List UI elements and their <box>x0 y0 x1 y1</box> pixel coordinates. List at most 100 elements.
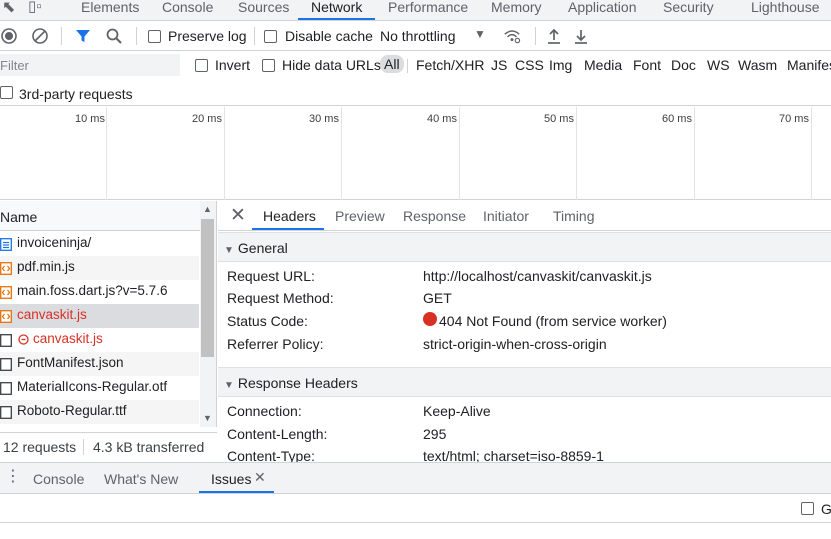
scroll-up-icon[interactable]: ▲ <box>203 204 212 214</box>
network-conditions-icon[interactable] <box>503 27 521 45</box>
panel-tab-strip: ⬉ ▯▫ Elements Console Sources Network Pe… <box>0 0 831 21</box>
connection-key: Connection: <box>227 403 302 419</box>
hide-data-urls-label: Hide data URLs <box>282 57 381 73</box>
scroll-down-icon[interactable]: ▼ <box>203 413 212 423</box>
filter-type-manifest[interactable]: Manifes <box>787 57 831 73</box>
tab-headers[interactable]: Headers <box>263 208 316 224</box>
tab-application[interactable]: Application <box>568 0 637 21</box>
request-name: Roboto-Regular.ttf <box>17 403 127 418</box>
search-icon[interactable] <box>105 27 123 45</box>
disable-cache-checkbox[interactable] <box>264 30 277 43</box>
request-row[interactable]: canvaskit.js <box>0 328 199 352</box>
tab-timing[interactable]: Timing <box>553 208 595 224</box>
general-section-header[interactable]: ▼ General <box>218 232 831 262</box>
expand-triangle-icon: ▼ <box>224 245 234 256</box>
request-row[interactable]: main.foss.dart.js?v=5.7.6 <box>0 280 199 304</box>
preserve-log-label: Preserve log <box>168 28 247 44</box>
drawer-tab-console[interactable]: Console <box>33 471 84 487</box>
filter-bar: Invert Hide data URLs All Fetch/XHR JS C… <box>0 52 831 80</box>
tab-initiator[interactable]: Initiator <box>483 208 529 224</box>
tab-lighthouse[interactable]: Lighthouse <box>751 0 820 21</box>
active-tab-indicator <box>252 228 324 230</box>
request-details-panel: ✕ Headers Preview Response Initiator Tim… <box>218 201 831 464</box>
script-icon <box>0 262 12 275</box>
tab-response[interactable]: Response <box>403 208 466 224</box>
tab-memory[interactable]: Memory <box>491 0 542 21</box>
filter-type-doc[interactable]: Doc <box>671 57 696 73</box>
tab-sources[interactable]: Sources <box>238 0 289 21</box>
filter-type-css[interactable]: CSS <box>515 57 544 73</box>
close-icon[interactable]: ✕ <box>230 204 246 227</box>
issues-checkbox[interactable] <box>801 502 814 515</box>
import-har-icon[interactable] <box>545 27 563 45</box>
request-row[interactable]: Roboto-Regular.ttf <box>0 400 199 424</box>
export-har-icon[interactable] <box>572 27 590 45</box>
tab-elements[interactable]: Elements <box>81 0 139 21</box>
filter-type-ws[interactable]: WS <box>707 57 730 73</box>
toolbar-divider <box>61 27 62 45</box>
request-row[interactable]: pdf.min.js <box>0 256 199 280</box>
device-toolbar-icon[interactable]: ▯▫ <box>28 0 42 21</box>
throttling-select[interactable]: No throttling <box>380 28 455 44</box>
filter-type-all[interactable]: All <box>380 55 404 73</box>
more-tools-icon[interactable]: ⋮ <box>5 468 21 486</box>
request-list: Name invoiceninja/ pdf.min.js main.foss.… <box>0 201 217 427</box>
filter-input[interactable] <box>0 54 180 76</box>
timeline-gridline <box>106 107 107 200</box>
timeline-gridline <box>341 107 342 200</box>
drawer-tab-whats-new[interactable]: What's New <box>104 471 178 487</box>
chevron-down-icon[interactable]: ▼ <box>474 27 486 41</box>
request-name: canvaskit.js <box>17 307 87 322</box>
request-method-value: GET <box>423 290 452 306</box>
name-column-label: Name <box>0 209 38 225</box>
drawer-tab-issues[interactable]: Issues <box>211 471 251 487</box>
response-headers-section-header[interactable]: ▼ Response Headers <box>218 367 831 397</box>
connection-value: Keep-Alive <box>423 403 491 419</box>
inspect-element-icon[interactable]: ⬉ <box>2 0 15 22</box>
transferred-size: 4.3 kB transferred <box>93 439 205 455</box>
preserve-log-checkbox[interactable] <box>148 30 161 43</box>
tab-preview[interactable]: Preview <box>335 208 385 224</box>
timeline-tick-label: 30 ms <box>309 113 339 125</box>
request-row[interactable]: invoiceninja/ <box>0 232 199 256</box>
toolbar-divider <box>254 27 255 45</box>
clear-icon[interactable] <box>31 27 49 45</box>
record-icon[interactable] <box>0 27 18 45</box>
third-party-checkbox[interactable] <box>0 86 13 99</box>
file-icon <box>0 334 12 347</box>
file-icon <box>0 406 12 419</box>
timeline-gridline <box>811 107 812 200</box>
filter-type-js[interactable]: JS <box>491 57 507 73</box>
status-code-value: 404 Not Found (from service worker) <box>439 313 667 329</box>
filter-type-font[interactable]: Font <box>633 57 661 73</box>
request-row[interactable]: FontManifest.json <box>0 352 199 376</box>
request-url-value: http://localhost/canvaskit/canvaskit.js <box>423 268 652 284</box>
timeline-tick-label: 50 ms <box>544 113 574 125</box>
toolbar-divider <box>136 27 137 45</box>
close-drawer-tab-icon[interactable]: ✕ <box>254 469 266 486</box>
request-row[interactable]: MaterialIcons-Regular.otf <box>0 376 199 400</box>
request-url-key: Request URL: <box>227 268 315 284</box>
filter-divider <box>407 59 408 73</box>
timeline-overview[interactable]: 10 ms 20 ms 30 ms 40 ms 50 ms 60 ms 70 m… <box>0 107 831 200</box>
tab-performance[interactable]: Performance <box>388 0 468 21</box>
filter-type-media[interactable]: Media <box>584 57 622 73</box>
filter-type-img[interactable]: Img <box>549 57 572 73</box>
scrollbar-thumb[interactable] <box>201 219 214 357</box>
invert-checkbox[interactable] <box>195 59 208 72</box>
tab-console[interactable]: Console <box>162 0 213 21</box>
request-row-selected[interactable]: canvaskit.js <box>0 304 199 328</box>
timeline-gridline <box>459 107 460 200</box>
filter-type-wasm[interactable]: Wasm <box>738 57 777 73</box>
filter-icon[interactable] <box>74 27 92 45</box>
hide-data-urls-checkbox[interactable] <box>262 59 275 72</box>
timeline-tick-label: 20 ms <box>192 113 222 125</box>
general-section-title: ▼ General <box>224 240 288 256</box>
invert-label: Invert <box>215 57 251 73</box>
status-divider <box>83 439 84 455</box>
name-column-header[interactable]: Name <box>0 201 200 231</box>
blocked-icon <box>18 334 29 345</box>
tab-security[interactable]: Security <box>663 0 714 21</box>
file-icon <box>0 382 12 395</box>
filter-type-fetch-xhr[interactable]: Fetch/XHR <box>416 57 484 73</box>
